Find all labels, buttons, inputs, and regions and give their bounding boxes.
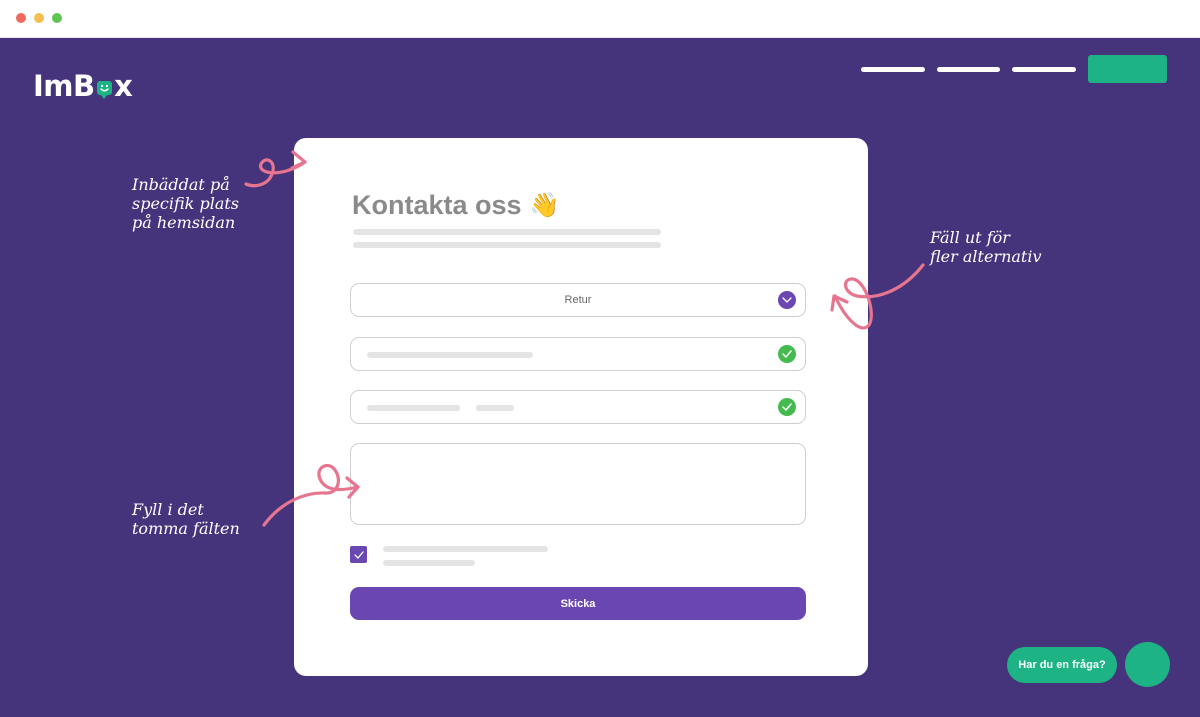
email-input-placeholder-line-1 (367, 405, 460, 411)
check-circle-icon (778, 398, 796, 416)
consent-checkbox[interactable] (350, 546, 367, 563)
imbox-logo[interactable]: ImB o x (33, 66, 133, 106)
chat-launcher-button[interactable] (1125, 642, 1170, 687)
form-title: Kontakta oss 👋 (352, 190, 559, 221)
window-minimize-dot[interactable] (34, 13, 44, 23)
message-textarea[interactable] (350, 443, 806, 525)
category-select-value: Retur (564, 294, 592, 306)
logo-text-suffix: x (114, 69, 133, 103)
name-input-placeholder-line (367, 352, 533, 358)
waving-hand-icon: 👋 (529, 191, 560, 219)
submit-button[interactable]: Skicka (350, 587, 806, 620)
name-input[interactable] (350, 337, 806, 371)
nav-link-placeholder-1[interactable] (861, 67, 925, 72)
check-circle-icon (778, 345, 796, 363)
contact-form-card: Kontakta oss 👋 Retur Skicka (294, 138, 868, 676)
category-select[interactable]: Retur (350, 283, 806, 317)
email-input-placeholder-line-2 (476, 405, 514, 411)
chevron-down-icon[interactable] (778, 291, 796, 309)
window-close-dot[interactable] (16, 13, 26, 23)
website-page: ImB o x Kontakta oss 👋 Retur (0, 38, 1200, 717)
consent-text-line-1 (383, 546, 548, 552)
logo-smiley-o: o (95, 69, 114, 103)
form-title-text: Kontakta oss (352, 190, 522, 220)
annotation-fill: Fyll i det tomma fälten (132, 500, 240, 538)
smiley-chat-icon (96, 81, 112, 99)
browser-window-chrome (0, 0, 1200, 38)
logo-text-prefix: ImB (33, 69, 95, 103)
description-line-2 (353, 242, 661, 248)
email-input[interactable] (350, 390, 806, 424)
chat-question-button[interactable]: Har du en fråga? (1007, 647, 1117, 683)
nav-link-placeholder-2[interactable] (937, 67, 1000, 72)
description-line-1 (353, 229, 661, 235)
annotation-embedded: Inbäddat på specifik plats på hemsidan (132, 175, 239, 232)
checkmark-icon (353, 550, 364, 559)
nav-link-placeholder-3[interactable] (1012, 67, 1076, 72)
nav-cta-button[interactable] (1088, 55, 1167, 83)
window-maximize-dot[interactable] (52, 13, 62, 23)
consent-text-line-2 (383, 560, 475, 566)
annotation-expand: Fäll ut för fler alternativ (930, 228, 1042, 266)
